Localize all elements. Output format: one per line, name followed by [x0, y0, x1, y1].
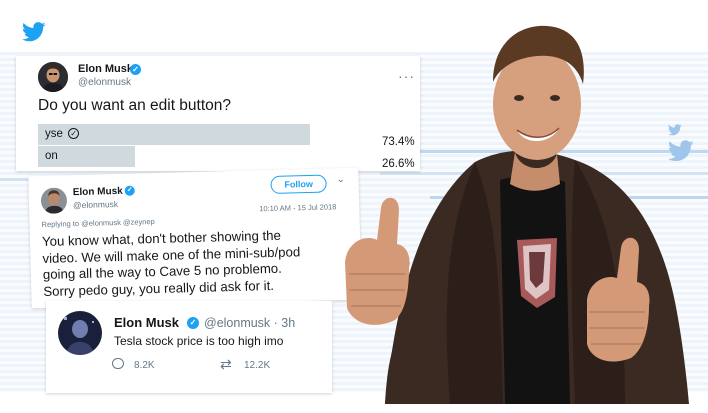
- poll-option-label: yse ✓: [45, 128, 80, 140]
- author-name[interactable]: Elon Musk: [73, 186, 123, 198]
- author-handle[interactable]: @elonmusk: [78, 77, 131, 88]
- reply-icon[interactable]: [112, 358, 124, 369]
- verified-badge-icon: ✓: [130, 64, 141, 75]
- poll-option-text: on: [45, 150, 58, 162]
- author-name[interactable]: Elon Musk: [78, 63, 133, 75]
- reply-tweet-card: Elon Musk ✓ @elonmusk Follow ⌄ 10:10 AM …: [28, 167, 362, 309]
- tweet-text: You know what, don't bother showing the …: [42, 227, 301, 300]
- avatar[interactable]: [40, 187, 68, 215]
- retweet-icon[interactable]: ⇄: [220, 356, 232, 373]
- person-photo: [345, 25, 689, 404]
- author-handle[interactable]: @elonmusk: [73, 199, 118, 210]
- avatar[interactable]: [38, 62, 68, 92]
- twitter-bird-icon: [22, 22, 46, 42]
- author-handle[interactable]: @elonmusk · 3h: [204, 316, 295, 330]
- thumbs-up-left: [345, 197, 410, 325]
- verified-badge-icon: ✓: [124, 185, 135, 196]
- avatar-portrait-icon: [58, 311, 102, 355]
- shirt-graphic-icon: [517, 238, 557, 308]
- avatar-portrait-icon: [40, 187, 68, 215]
- stock-tweet-card: Elon Musk ✓ @elonmusk · 3h Tesla stock p…: [46, 301, 332, 393]
- avatar[interactable]: [58, 311, 102, 355]
- poll-option-text: yse: [45, 128, 63, 140]
- author-handle-text: @elonmusk: [204, 316, 271, 330]
- tweet-age: · 3h: [273, 316, 296, 330]
- poll-question: Do you want an edit button?: [38, 97, 232, 114]
- check-circle-icon: ✓: [68, 128, 80, 140]
- verified-badge-icon: ✓: [187, 317, 199, 329]
- avatar-portrait-icon: [38, 62, 68, 92]
- tweet-text: Tesla stock price is too high imo: [114, 334, 284, 348]
- replying-to[interactable]: Replying to @elonmusk @zeynep: [41, 217, 154, 229]
- follow-button[interactable]: Follow: [270, 174, 327, 194]
- reply-count: 8.2K: [134, 360, 155, 371]
- retweet-count: 12.2K: [244, 360, 271, 371]
- author-name[interactable]: Elon Musk: [114, 315, 179, 330]
